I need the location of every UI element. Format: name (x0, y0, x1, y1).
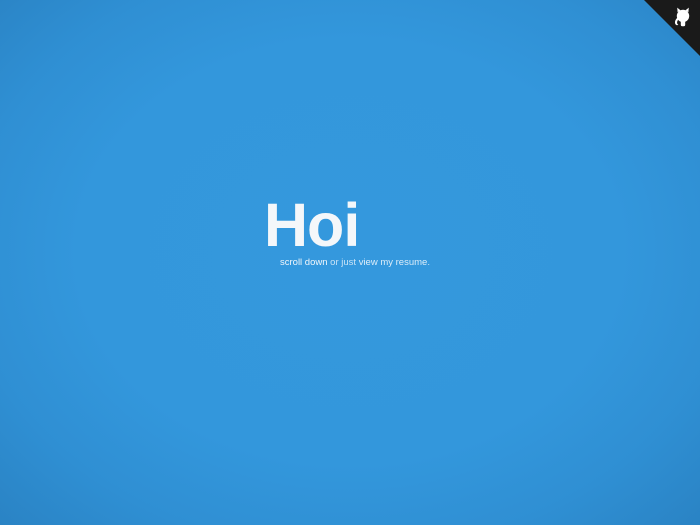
connector-text: or just (330, 257, 357, 268)
scroll-down-link[interactable]: scroll down (280, 257, 328, 268)
corner-badge (644, 0, 700, 56)
hero-title: Hoi (264, 191, 360, 259)
period-text: . (427, 257, 430, 268)
view-resume-link[interactable]: view my resume (359, 257, 428, 268)
hero-section: Hoi scroll down or just view my resume. (0, 0, 700, 525)
hero-subline: scroll down or just view my resume. (280, 257, 430, 269)
github-corner-link[interactable] (644, 0, 700, 56)
